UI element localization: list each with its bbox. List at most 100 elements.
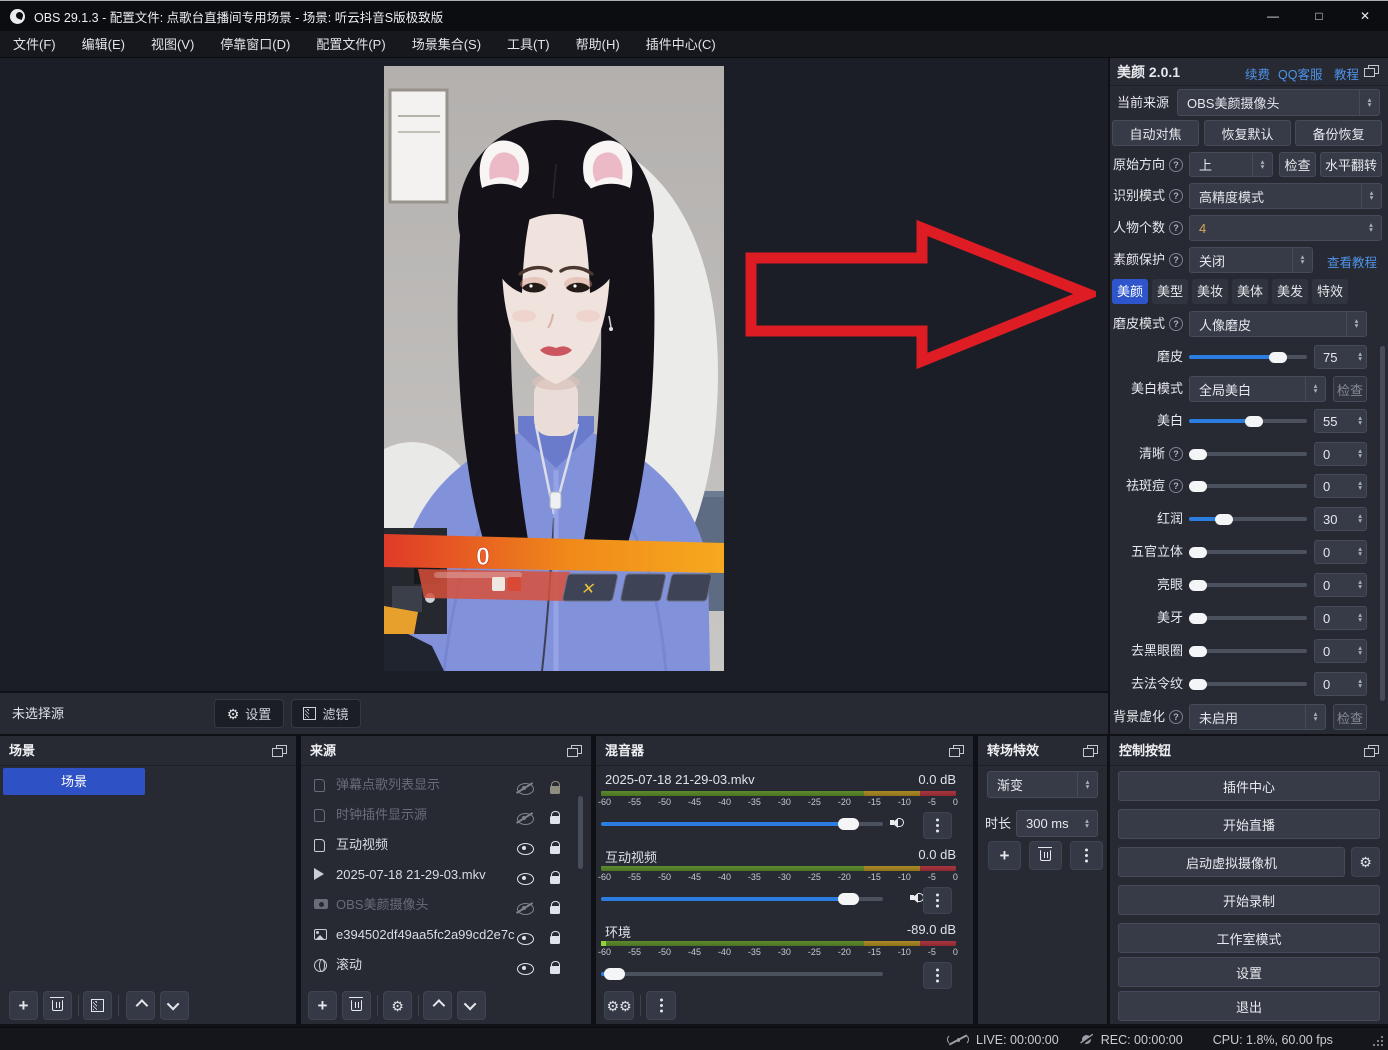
blemish-value-spinbox[interactable]: 0 ▴▾: [1314, 474, 1367, 498]
teeth-slider[interactable]: [1189, 616, 1307, 620]
popout-icon[interactable]: [1364, 745, 1379, 757]
source-filters-button[interactable]: 滤镜: [291, 699, 361, 728]
speaker-icon[interactable]: [890, 816, 906, 829]
source-properties-button[interactable]: ⚙: [383, 991, 412, 1020]
source-row[interactable]: 互动视频: [305, 831, 587, 859]
help-icon[interactable]: [1169, 189, 1183, 203]
slider-knob[interactable]: [1269, 352, 1287, 363]
face-3d-slider[interactable]: [1189, 550, 1307, 554]
slider-knob[interactable]: [604, 968, 625, 980]
tab-hair[interactable]: 美发: [1272, 279, 1308, 304]
view-tutorial-link[interactable]: 查看教程: [1327, 252, 1377, 271]
dark-circles-value-spinbox[interactable]: 0 ▴▾: [1314, 639, 1367, 663]
minimize-button[interactable]: —: [1250, 1, 1296, 31]
clarity-slider[interactable]: [1189, 452, 1307, 456]
clarity-value-spinbox[interactable]: 0 ▴▾: [1314, 442, 1367, 466]
person-count-spinner[interactable]: 4 ▴▾: [1189, 215, 1382, 241]
autofocus-button[interactable]: 自动对焦: [1112, 120, 1199, 146]
popout-icon[interactable]: [1364, 65, 1379, 77]
rosy-value-spinbox[interactable]: 30 ▴▾: [1314, 507, 1367, 531]
transition-options-button[interactable]: [1070, 841, 1103, 870]
menu-edit[interactable]: 编辑(E): [69, 31, 138, 58]
menu-help[interactable]: 帮助(H): [563, 31, 633, 58]
source-row[interactable]: 滚动: [305, 951, 587, 979]
blemish-slider[interactable]: [1189, 484, 1307, 488]
eye-off-icon[interactable]: [517, 810, 532, 828]
lock-icon[interactable]: [550, 931, 560, 949]
transition-dropdown[interactable]: 渐变 ▴▾: [987, 771, 1098, 798]
help-icon[interactable]: [1169, 317, 1183, 331]
popout-icon[interactable]: [1083, 745, 1098, 757]
slider-knob[interactable]: [1189, 679, 1207, 690]
smile-lines-slider[interactable]: [1189, 682, 1307, 686]
popout-icon[interactable]: [567, 745, 582, 757]
slider-knob[interactable]: [1189, 449, 1207, 460]
dark-circles-slider[interactable]: [1189, 649, 1307, 653]
plugin-center-button[interactable]: 插件中心: [1118, 771, 1380, 801]
help-icon[interactable]: [1169, 479, 1183, 493]
eye-icon[interactable]: [517, 840, 532, 858]
remove-scene-button[interactable]: [43, 991, 72, 1020]
lock-icon[interactable]: [550, 961, 560, 979]
slider-knob[interactable]: [838, 893, 859, 905]
duration-spinner[interactable]: 300 ms ▴▾: [1016, 810, 1098, 837]
add-source-button[interactable]: +: [308, 991, 337, 1020]
orientation-check-button[interactable]: 检查: [1279, 152, 1316, 177]
lock-icon[interactable]: [550, 811, 560, 829]
remove-source-button[interactable]: [342, 991, 371, 1020]
menu-tools[interactable]: 工具(T): [494, 31, 563, 58]
whiten-mode-dropdown[interactable]: 全局美白 ▴▾: [1189, 376, 1326, 402]
slider-knob[interactable]: [1189, 547, 1207, 558]
volume-slider[interactable]: [601, 897, 883, 901]
bare-face-protect-dropdown[interactable]: 关闭 ▴▾: [1189, 247, 1313, 273]
source-row[interactable]: 时钟插件显示源: [305, 801, 587, 829]
popout-icon[interactable]: [272, 745, 287, 757]
backup-restore-button[interactable]: 备份恢复: [1295, 120, 1382, 146]
studio-mode-button[interactable]: 工作室模式: [1118, 923, 1380, 953]
scene-filters-button[interactable]: [83, 991, 112, 1020]
bright-eyes-slider[interactable]: [1189, 583, 1307, 587]
whiten-value-spinbox[interactable]: 55 ▴▾: [1314, 409, 1367, 433]
volume-slider[interactable]: [601, 822, 883, 826]
sources-scrollbar[interactable]: [578, 796, 583, 869]
add-scene-button[interactable]: +: [9, 991, 38, 1020]
menu-docks[interactable]: 停靠窗口(D): [207, 31, 303, 58]
current-source-dropdown[interactable]: OBS美颜摄像头 ▴▾: [1177, 89, 1380, 116]
settings-button[interactable]: 设置: [1118, 957, 1380, 987]
bg-blur-dropdown[interactable]: 未启用 ▴▾: [1189, 704, 1326, 730]
start-recording-button[interactable]: 开始录制: [1118, 885, 1380, 915]
source-row[interactable]: OBS美颜摄像头: [305, 891, 587, 919]
virtual-camera-settings-button[interactable]: ⚙: [1351, 847, 1380, 877]
popout-icon[interactable]: [949, 745, 964, 757]
slider-knob[interactable]: [1189, 580, 1207, 591]
tutorial-link[interactable]: 教程: [1334, 64, 1359, 83]
exit-button[interactable]: 退出: [1118, 991, 1380, 1021]
help-icon[interactable]: [1169, 253, 1183, 267]
tab-beauty[interactable]: 美颜: [1112, 279, 1148, 304]
eye-off-icon[interactable]: [517, 780, 532, 798]
rosy-slider[interactable]: [1189, 517, 1307, 521]
menu-view[interactable]: 视图(V): [138, 31, 207, 58]
lock-icon[interactable]: [550, 871, 560, 889]
tab-shape[interactable]: 美型: [1152, 279, 1188, 304]
beauty-scrollbar[interactable]: [1380, 346, 1385, 701]
slider-knob[interactable]: [838, 818, 859, 830]
source-row[interactable]: 2025-07-18 21-29-03.mkv: [305, 861, 587, 889]
scene-item[interactable]: 场景: [3, 768, 145, 795]
smile-lines-value-spinbox[interactable]: 0 ▴▾: [1314, 672, 1367, 696]
eye-icon[interactable]: [517, 960, 532, 978]
advanced-audio-button[interactable]: ⚙⚙: [604, 991, 634, 1020]
source-row[interactable]: 弹幕点歌列表显示: [305, 771, 587, 799]
mixer-options-button[interactable]: [646, 991, 676, 1020]
preview-video[interactable]: 0 ✕: [384, 66, 724, 671]
channel-options-button[interactable]: [923, 812, 952, 839]
maximize-button[interactable]: □: [1296, 1, 1342, 31]
orientation-dropdown[interactable]: 上 ▴▾: [1189, 152, 1273, 177]
close-button[interactable]: ✕: [1342, 1, 1388, 31]
smooth-mode-dropdown[interactable]: 人像磨皮 ▴▾: [1189, 311, 1367, 337]
renew-link[interactable]: 续费: [1245, 64, 1270, 83]
horizontal-flip-button[interactable]: 水平翻转: [1320, 152, 1382, 177]
slider-knob[interactable]: [1189, 481, 1207, 492]
menu-plugin-center[interactable]: 插件中心(C): [633, 31, 729, 58]
move-source-up-button[interactable]: [423, 991, 452, 1020]
